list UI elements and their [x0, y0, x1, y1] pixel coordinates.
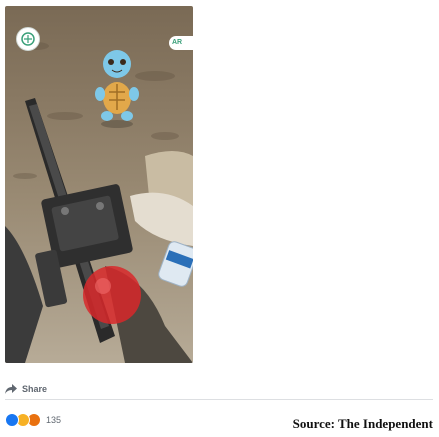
ar-toggle[interactable]: AR [169, 36, 193, 50]
reactions-summary[interactable]: 135 [5, 413, 61, 427]
pokeball-icon[interactable] [83, 266, 141, 324]
squirtle-pokemon[interactable] [95, 50, 139, 128]
share-button[interactable]: Share [5, 381, 47, 397]
water-bottle [158, 241, 193, 287]
share-arrow-icon [5, 384, 17, 394]
pokestop-icon[interactable] [16, 27, 40, 51]
like-icon [5, 413, 19, 427]
post-photo[interactable]: AR [5, 6, 193, 363]
source-caption: Source: The Independent [292, 416, 433, 431]
share-label: Share [22, 384, 48, 394]
divider [5, 399, 433, 400]
photo-scene [5, 42, 193, 363]
reaction-count: 135 [46, 415, 62, 425]
